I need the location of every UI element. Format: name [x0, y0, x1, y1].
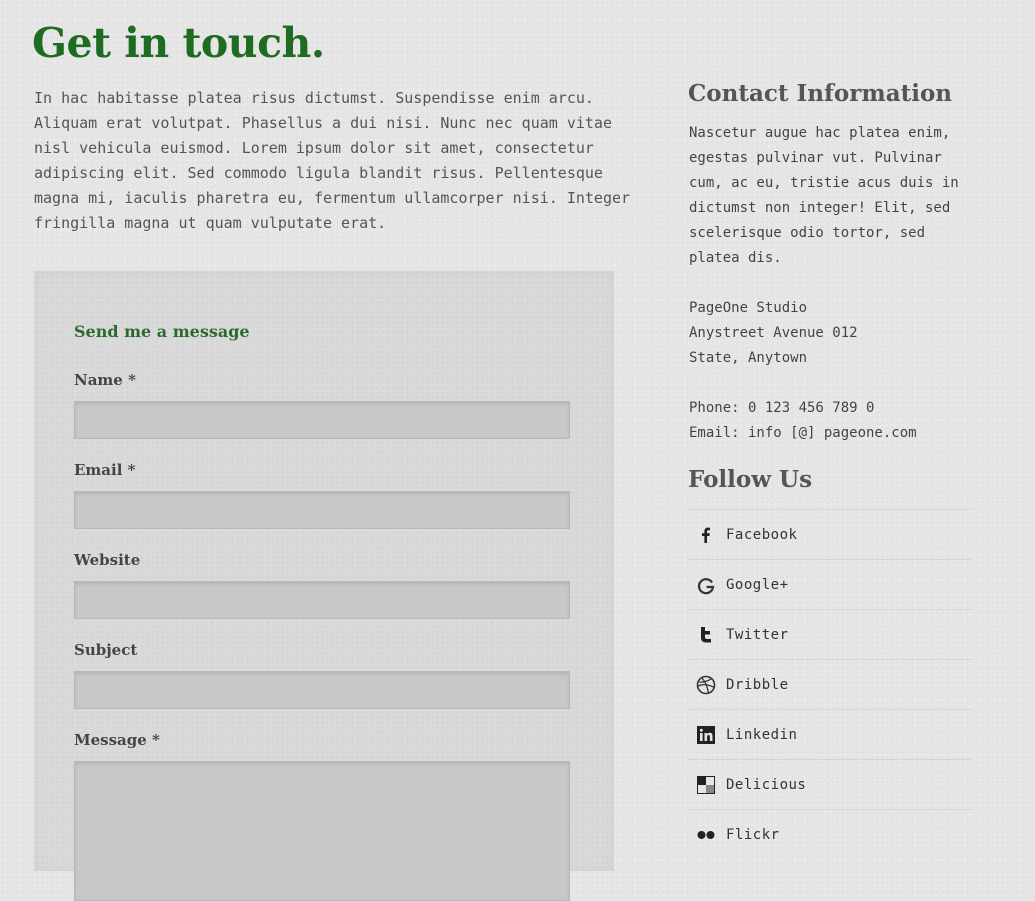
- address-line: State, Anytown: [689, 350, 808, 366]
- name-label: Name *: [74, 371, 136, 389]
- social-link-dribbble[interactable]: Dribble: [688, 659, 973, 709]
- email-text: Email: info [@] pageone.com: [689, 425, 917, 441]
- twitter-icon: [696, 625, 716, 645]
- email-label: Email *: [74, 461, 136, 479]
- social-label: Linkedin: [726, 726, 798, 743]
- social-label: Dribble: [726, 676, 789, 693]
- email-input[interactable]: [74, 491, 570, 529]
- social-label: Google+: [726, 576, 789, 593]
- contact-heading: Contact Information: [688, 80, 953, 107]
- facebook-icon: [696, 525, 716, 545]
- contact-form: Send me a message Name * Email * Website…: [34, 271, 614, 901]
- follow-heading: Follow Us: [688, 466, 813, 493]
- social-label: Facebook: [726, 526, 798, 543]
- address-line: PageOne Studio: [689, 300, 808, 316]
- social-label: Delicious: [726, 776, 807, 793]
- contact-details: Phone: 0 123 456 789 0 Email: info [@] p…: [689, 396, 979, 446]
- dribbble-icon: [696, 675, 716, 695]
- message-label: Message *: [74, 731, 160, 749]
- intro-text: In hac habitasse platea risus dictumst. …: [34, 89, 631, 232]
- subject-label: Subject: [74, 641, 138, 659]
- address-block: PageOne Studio Anystreet Avenue 012 Stat…: [689, 296, 979, 371]
- social-label: Flickr: [726, 826, 780, 843]
- social-link-facebook[interactable]: Facebook: [688, 509, 973, 559]
- page-title: Get in touch.: [32, 19, 325, 67]
- social-link-twitter[interactable]: Twitter: [688, 609, 973, 659]
- form-heading: Send me a message: [74, 322, 250, 341]
- linkedin-icon: [696, 725, 716, 745]
- social-list: Facebook Google+ Twitter Dribble Linkedi…: [688, 509, 973, 859]
- social-link-delicious[interactable]: Delicious: [688, 759, 973, 809]
- website-input[interactable]: [74, 581, 570, 619]
- social-link-linkedin[interactable]: Linkedin: [688, 709, 973, 759]
- address-line: Anystreet Avenue 012: [689, 325, 858, 341]
- google-plus-icon: [696, 575, 716, 595]
- message-textarea[interactable]: [74, 761, 570, 901]
- social-link-flickr[interactable]: Flickr: [688, 809, 973, 859]
- website-label: Website: [74, 551, 141, 569]
- phone-text: Phone: 0 123 456 789 0: [689, 400, 875, 416]
- social-link-google-plus[interactable]: Google+: [688, 559, 973, 609]
- subject-input[interactable]: [74, 671, 570, 709]
- delicious-icon: [696, 775, 716, 795]
- flickr-icon: [696, 825, 716, 845]
- social-label: Twitter: [726, 626, 789, 643]
- contact-description: Nascetur augue hac platea enim, egestas …: [689, 125, 959, 266]
- name-input[interactable]: [74, 401, 570, 439]
